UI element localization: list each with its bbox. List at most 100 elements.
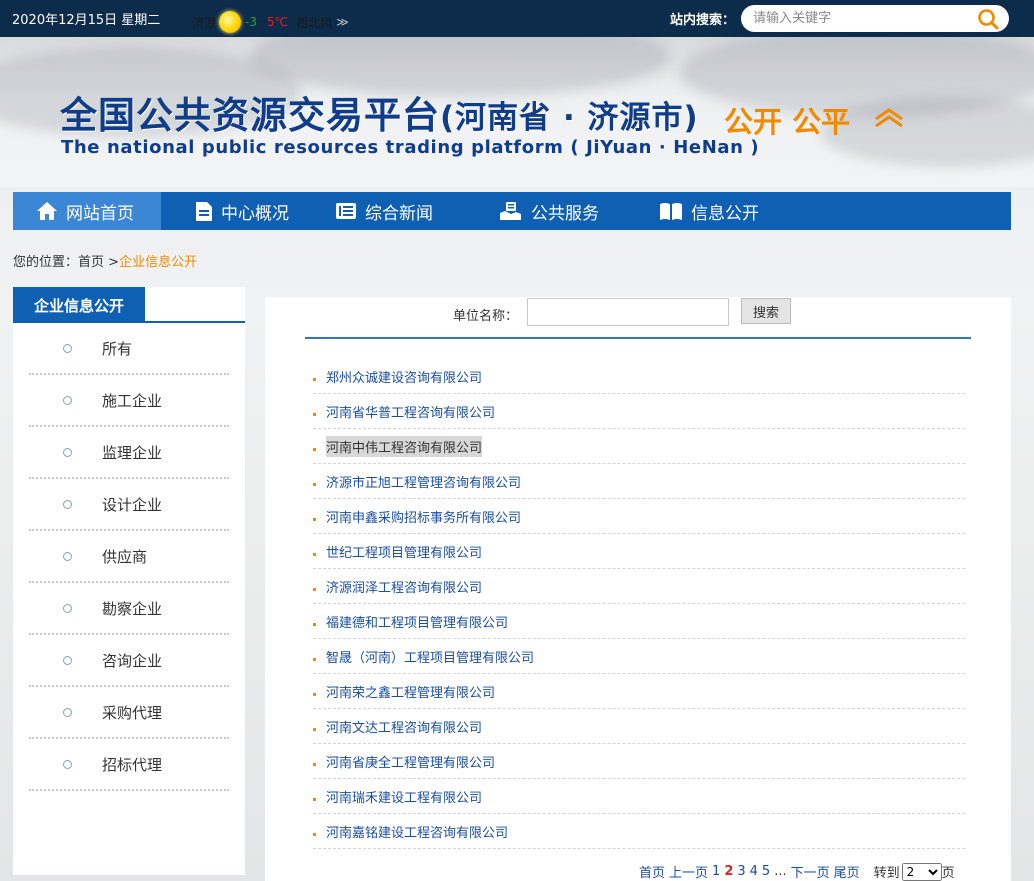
sidebar-item[interactable]: 咨询企业 <box>29 635 229 687</box>
nav-item-label: 中心概况 <box>221 203 289 224</box>
sidebar-item-label: 所有 <box>102 339 133 358</box>
book-icon <box>660 203 682 220</box>
weather-more-icon[interactable]: ≫ <box>336 15 349 29</box>
sidebar-item[interactable]: 采购代理 <box>29 687 229 739</box>
square-bullet-icon <box>313 412 316 416</box>
circle-bullet-icon <box>63 707 72 717</box>
sidebar-title: 企业信息公开 <box>13 287 145 323</box>
weather-widget: 济源 -3 ~ 5℃ 西北风 ≫ <box>192 11 349 33</box>
page-number-link[interactable]: 2 <box>724 864 733 879</box>
sidebar-item[interactable]: 招标代理 <box>29 739 229 791</box>
site-title-main: 全国公共资源交易平台 <box>60 94 440 137</box>
company-name-input[interactable] <box>527 298 729 326</box>
sidebar-item[interactable]: 设计企业 <box>29 479 229 531</box>
sidebar-item[interactable]: 施工企业 <box>29 375 229 427</box>
page-number-link[interactable]: 4 <box>750 864 758 879</box>
sidebar-item[interactable]: 勘察企业 <box>29 583 229 635</box>
nav-item-overview[interactable]: 中心概况 <box>161 192 325 230</box>
site-search-input[interactable] <box>753 10 973 27</box>
square-bullet-icon <box>313 622 316 626</box>
sidebar-item[interactable]: 监理企业 <box>29 427 229 479</box>
company-link[interactable]: 河南嘉铭建设工程咨询有限公司 <box>326 822 508 841</box>
divider <box>305 337 971 339</box>
company-link[interactable]: 世纪工程项目管理有限公司 <box>326 542 482 561</box>
site-search-box <box>741 5 1009 32</box>
company-link[interactable]: 郑州众诚建设咨询有限公司 <box>326 367 482 386</box>
sidebar-item[interactable]: 供应商 <box>29 531 229 583</box>
square-bullet-icon <box>313 832 316 836</box>
page-number-link[interactable]: 3 <box>737 864 745 879</box>
site-slogan: 公开 公平 <box>724 105 851 139</box>
top-bar: 2020年12月15日 星期二 济源 -3 ~ 5℃ 西北风 ≫ 站内搜索： <box>0 0 1034 37</box>
circle-bullet-icon <box>63 759 72 769</box>
list-item: 河南申鑫采购招标事务所有限公司 <box>313 499 965 534</box>
sidebar-item-label: 勘察企业 <box>102 599 163 618</box>
nav-item-label: 信息公开 <box>691 203 759 224</box>
company-link[interactable]: 河南省华普工程咨询有限公司 <box>326 402 495 421</box>
company-link[interactable]: 河南申鑫采购招标事务所有限公司 <box>326 507 521 526</box>
circle-bullet-icon <box>63 551 72 561</box>
site-title-cn: 全国公共资源交易平台(河南省 · 济源市) <box>60 85 699 139</box>
sidebar: 企业信息公开 所有施工企业监理企业设计企业供应商勘察企业咨询企业 采购代理 招标代理 <box>13 287 245 875</box>
company-link[interactable]: 河南省庚全工程管理有限公司 <box>326 752 495 771</box>
list-item: 河南省庚全工程管理有限公司 <box>313 744 965 779</box>
company-link[interactable]: 河南文达工程咨询有限公司 <box>326 717 482 736</box>
date-text: 2020年12月15日 星期二 <box>12 13 161 28</box>
company-link[interactable]: 智晟（河南）工程项目管理有限公司 <box>326 647 534 666</box>
breadcrumb-current: 企业信息公开 <box>119 255 198 270</box>
page-number-link[interactable]: 1 <box>712 864 720 879</box>
page-prev-link[interactable]: 上一页 <box>669 862 708 881</box>
sidebar-item[interactable]: 所有 <box>29 323 229 375</box>
list-item: 河南瑞禾建设工程有限公司 <box>313 779 965 814</box>
breadcrumb-separator: > <box>104 255 120 270</box>
page-first-link[interactable]: 首页 <box>639 862 665 881</box>
list-item: 福建德和工程项目管理有限公司 <box>313 604 965 639</box>
nav-item-home[interactable]: 网站首页 <box>13 192 161 230</box>
nav-item-info[interactable]: 信息公开 <box>649 192 809 230</box>
circle-bullet-icon <box>63 395 72 405</box>
slogan-decoration-icon <box>875 108 903 128</box>
sidebar-item-label: 监理企业 <box>102 443 163 462</box>
company-link[interactable]: 福建德和工程项目管理有限公司 <box>326 612 508 631</box>
weather-high: 5℃ <box>267 15 289 29</box>
page-last-link[interactable]: 尾页 <box>834 862 860 881</box>
nav-item-news[interactable]: 综合新闻 <box>325 192 489 230</box>
company-link[interactable]: 济源市正旭工程管理咨询有限公司 <box>326 472 521 491</box>
company-link[interactable]: 河南瑞禾建设工程有限公司 <box>326 787 482 806</box>
square-bullet-icon <box>313 552 316 556</box>
square-bullet-icon <box>313 657 316 661</box>
list-item: 河南文达工程咨询有限公司 <box>313 709 965 744</box>
weather-wind: 西北风 <box>296 15 333 30</box>
breadcrumb-home-link[interactable]: 首页 <box>78 255 104 270</box>
square-bullet-icon <box>313 727 316 731</box>
page-ellipsis: ... <box>774 864 787 879</box>
filter-bar: 单位名称： 搜索 <box>265 297 1011 339</box>
sidebar-item-label: 施工企业 <box>102 391 163 410</box>
page-next-link[interactable]: 下一页 <box>791 862 830 881</box>
company-link[interactable]: 济源润泽工程咨询有限公司 <box>326 577 482 596</box>
sunny-icon <box>219 11 242 33</box>
main-nav: 网站首页 中心概况 综合新闻 公共服务 信息公开 <box>13 192 1011 230</box>
circle-bullet-icon <box>63 603 72 613</box>
search-button[interactable]: 搜索 <box>741 298 791 324</box>
weather-tilde: ~ <box>256 15 268 29</box>
square-bullet-icon <box>313 692 316 696</box>
circle-bullet-icon <box>63 343 72 353</box>
list-item: 河南嘉铭建设工程咨询有限公司 <box>313 814 965 849</box>
company-list: 郑州众诚建设咨询有限公司 河南省华普工程咨询有限公司 河南中伟工程咨询有限公司济源市… <box>313 359 965 849</box>
page-select[interactable]: 2 <box>901 862 942 881</box>
list-item: 河南中伟工程咨询有限公司 <box>313 429 965 464</box>
header-banner: 全国公共资源交易平台(河南省 · 济源市) 公开 公平 The national… <box>0 37 1034 187</box>
sidebar-item-label: 供应商 <box>102 547 148 566</box>
site-title-region: (河南省 · 济源市) <box>440 100 699 136</box>
search-icon[interactable] <box>977 8 999 30</box>
breadcrumb-prefix: 您的位置： <box>13 255 79 270</box>
main-panel: 单位名称： 搜索 郑州众诚建设咨询有限公司 河南省华普工程咨询有限公司 河南中伟工程… <box>265 297 1011 881</box>
page-number-link[interactable]: 5 <box>762 864 770 879</box>
nav-item-service[interactable]: 公共服务 <box>489 192 649 230</box>
site-title-en: The national public resources trading pl… <box>61 137 760 158</box>
company-link[interactable]: 河南中伟工程咨询有限公司 <box>326 435 483 457</box>
document-icon <box>196 201 212 221</box>
company-link[interactable]: 河南荣之鑫工程管理有限公司 <box>326 682 495 701</box>
service-icon <box>500 202 521 220</box>
